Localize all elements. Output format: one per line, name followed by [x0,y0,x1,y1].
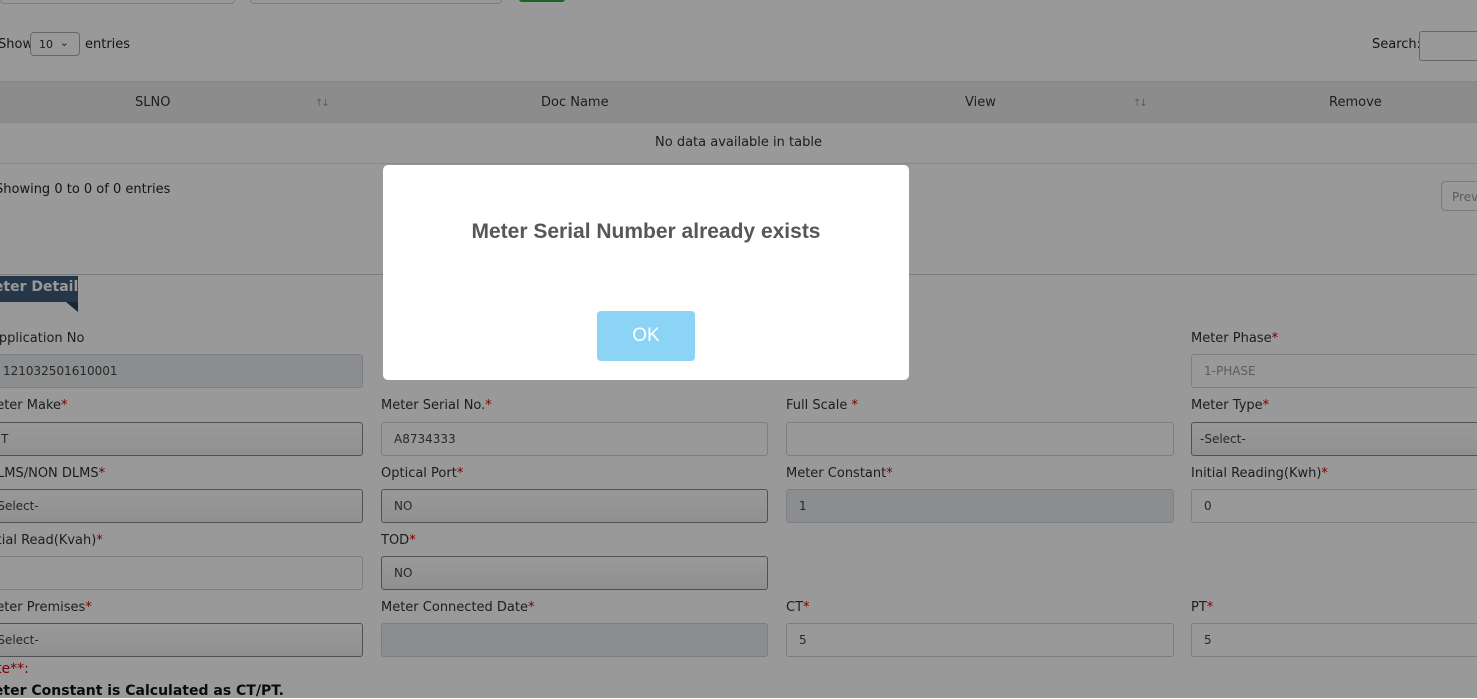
alert-dialog: Meter Serial Number already exists OK [383,165,909,380]
page: Show 10 ⌄ entries Search: SLNO ↑↓ Doc Na… [0,0,1477,699]
ok-button[interactable]: OK [597,311,695,361]
alert-message: Meter Serial Number already exists [471,220,821,243]
